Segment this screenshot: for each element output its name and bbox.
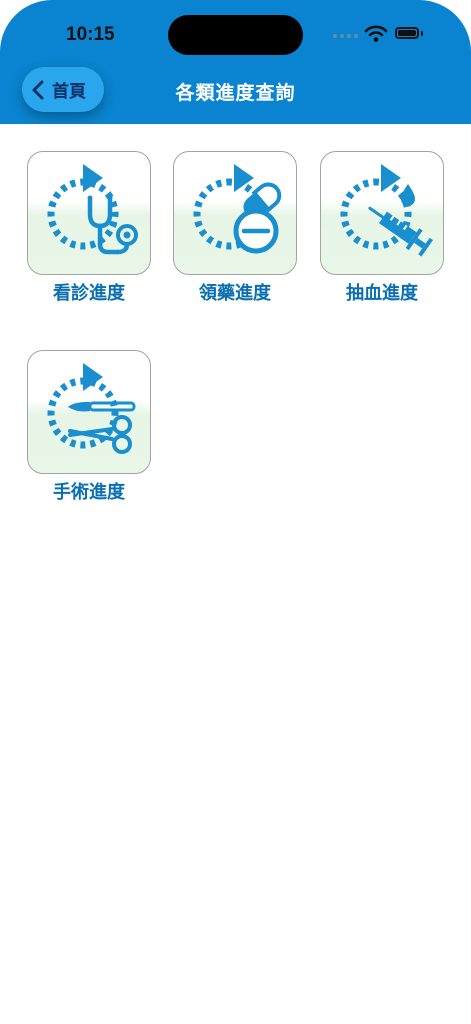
signal-dots-icon <box>333 34 358 38</box>
status-time: 10:15 <box>66 24 115 45</box>
surgery-scissors-icon <box>47 363 136 454</box>
header-bar: 10:15 首頁 各類進度查詢 <box>0 0 471 124</box>
medicine-pill-icon <box>193 164 284 254</box>
syringe-blood-icon <box>340 164 433 257</box>
surgery-progress-tile[interactable] <box>27 350 151 474</box>
blood-draw-progress-label: 抽血進度 <box>346 283 418 304</box>
page-title: 各類進度查詢 <box>175 82 296 104</box>
status-bar: 10:15 <box>0 0 471 60</box>
consultation-progress-label: 看診進度 <box>53 283 125 304</box>
dynamic-island <box>168 15 303 55</box>
surgery-progress-label: 手術進度 <box>53 482 125 503</box>
medication-progress-tile[interactable] <box>173 151 297 275</box>
battery-icon <box>395 27 419 39</box>
medication-progress-label: 領藥進度 <box>199 283 271 304</box>
wifi-icon <box>364 25 388 42</box>
stethoscope-icon <box>47 164 138 255</box>
blood-draw-progress-tile[interactable] <box>320 151 444 275</box>
battery-tip <box>421 31 423 36</box>
consultation-progress-tile[interactable] <box>27 151 151 275</box>
